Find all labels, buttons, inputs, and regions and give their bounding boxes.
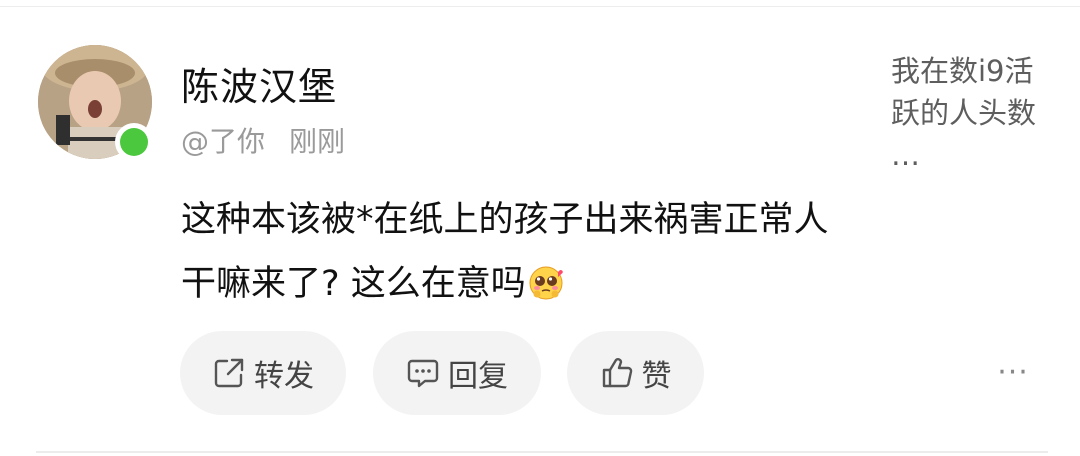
top-divider xyxy=(0,6,1080,7)
comment-meta: @了你 刚刚 xyxy=(181,120,345,160)
comment-card: 陈波汉堡 @了你 刚刚 我在数i9活跃的人头数 … 这种本该被*在纸上的孩子出来祸… xyxy=(0,0,1080,456)
comment-text: 这种本该被*在纸上的孩子出来祸害正常人干嘛来了? 这么在意吗 xyxy=(181,200,829,304)
reply-to-handle[interactable]: @了你 xyxy=(181,125,265,158)
online-status-icon xyxy=(115,123,153,161)
like-button[interactable]: 赞 xyxy=(567,331,704,415)
comment-time: 刚刚 xyxy=(289,125,346,158)
bottom-divider xyxy=(36,451,1048,453)
like-label: 赞 xyxy=(641,359,672,394)
side-comment-preview[interactable]: 我在数i9活跃的人头数 … xyxy=(891,50,1051,176)
reply-button[interactable]: 回复 xyxy=(373,331,541,415)
share-label: 转发 xyxy=(254,359,314,394)
share-icon xyxy=(214,358,244,388)
username[interactable]: 陈波汉堡 xyxy=(181,56,337,111)
share-button[interactable]: 转发 xyxy=(180,331,346,415)
thumbs-up-icon xyxy=(602,358,632,388)
more-options-button[interactable]: ··· xyxy=(988,355,1038,391)
comment-content: 这种本该被*在纸上的孩子出来祸害正常人干嘛来了? 这么在意吗 xyxy=(181,188,841,316)
reply-label: 回复 xyxy=(448,359,508,394)
comment-icon xyxy=(407,359,439,388)
pleading-face-emoji-icon xyxy=(529,266,563,300)
